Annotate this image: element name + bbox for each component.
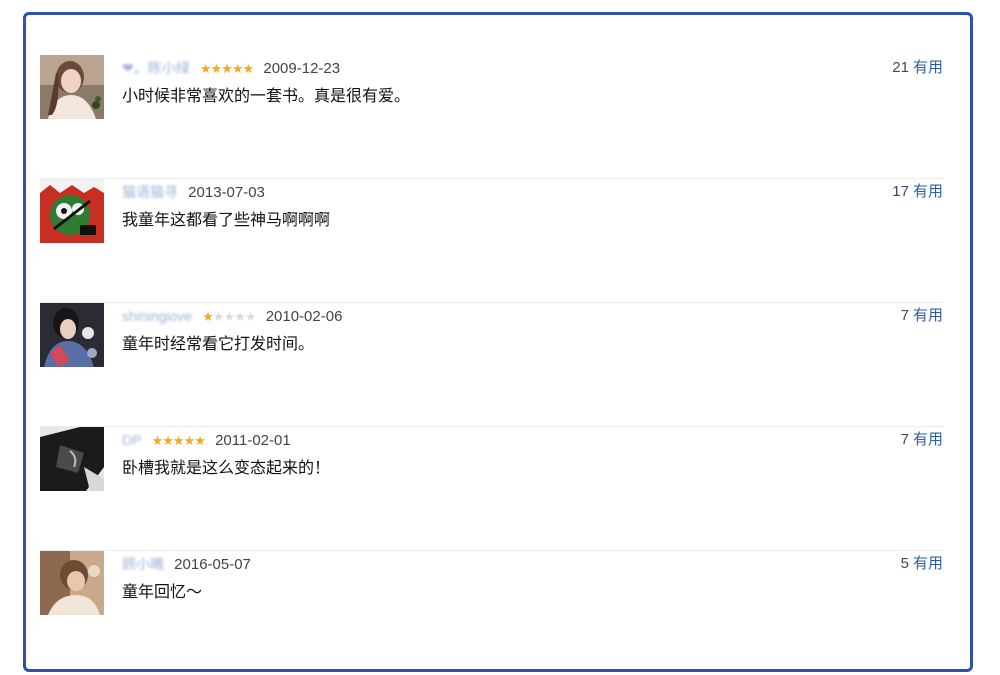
comment-text: 小时候非常喜欢的一套书。真是很有爱。 <box>122 88 411 105</box>
username-link[interactable]: DP <box>122 432 141 448</box>
comment-meta: ❤。陈小绿 ★★★★★ 2009-12-23 <box>122 58 340 79</box>
username-link[interactable]: shiningiove <box>122 308 192 324</box>
rating-stars: ★★★★★ <box>199 61 254 76</box>
useful-votes[interactable]: 7 有用 <box>901 306 943 326</box>
comment-item: 顾小曦 2016-05-07 童年回忆～ 5 有用 <box>40 551 943 675</box>
comment-item: shiningiove ★★★★★ 2010-02-06 童年时经常看它打发时间… <box>40 303 943 427</box>
useful-label[interactable]: 有用 <box>913 555 943 572</box>
comment-item: DP ★★★★★ 2011-02-01 卧槽我就是这么变态起来的！ 7 有用 <box>40 427 943 551</box>
useful-votes[interactable]: 21 有用 <box>892 58 943 78</box>
cartoon-red-avatar[interactable] <box>40 179 104 243</box>
comment-text: 卧槽我就是这么变态起来的！ <box>122 460 331 477</box>
useful-count: 21 <box>892 59 909 76</box>
dark-portrait-avatar[interactable] <box>40 303 104 367</box>
comment-date: 2010-02-06 <box>265 308 343 325</box>
useful-votes[interactable]: 17 有用 <box>892 182 943 202</box>
useful-count: 5 <box>900 555 909 572</box>
rating-stars: ★★★★★ <box>202 309 256 324</box>
comment-date: 2013-07-03 <box>188 184 265 201</box>
useful-count: 17 <box>892 183 909 200</box>
comment-date: 2009-12-23 <box>263 60 341 77</box>
comment-text: 我童年这都看了些神马啊啊啊 <box>122 212 331 229</box>
comment-meta: shiningiove ★★★★★ 2010-02-06 <box>122 306 342 327</box>
photo-portrait-avatar[interactable] <box>40 551 104 615</box>
comment-date: 2011-02-01 <box>215 432 291 449</box>
username-link[interactable]: 顾小曦 <box>122 556 164 572</box>
black-white-avatar[interactable] <box>40 427 104 491</box>
useful-label[interactable]: 有用 <box>913 431 943 448</box>
girl-portrait-avatar[interactable] <box>40 55 104 119</box>
useful-label[interactable]: 有用 <box>913 307 943 324</box>
comment-list: ❤。陈小绿 ★★★★★ 2009-12-23 小时候非常喜欢的一套书。真是很有爱… <box>40 55 943 675</box>
useful-label[interactable]: 有用 <box>913 59 943 76</box>
rating-stars: ★★★★★ <box>151 433 206 448</box>
useful-votes[interactable]: 7 有用 <box>901 430 943 450</box>
comment-meta: DP ★★★★★ 2011-02-01 <box>122 430 291 451</box>
comments-panel: ❤。陈小绿 ★★★★★ 2009-12-23 小时候非常喜欢的一套书。真是很有爱… <box>23 12 973 672</box>
comment-item: ❤。陈小绿 ★★★★★ 2009-12-23 小时候非常喜欢的一套书。真是很有爱… <box>40 55 943 179</box>
useful-count: 7 <box>900 307 909 324</box>
comment-item: 猫语猫寻 2013-07-03 我童年这都看了些神马啊啊啊 17 有用 <box>40 179 943 303</box>
comment-meta: 猫语猫寻 2013-07-03 <box>122 182 265 203</box>
comment-text: 童年回忆～ <box>122 584 203 601</box>
username-link[interactable]: ❤。陈小绿 <box>122 60 190 76</box>
useful-votes[interactable]: 5 有用 <box>901 554 943 574</box>
useful-label[interactable]: 有用 <box>913 183 943 200</box>
username-link[interactable]: 猫语猫寻 <box>122 184 178 200</box>
comment-date: 2016-05-07 <box>174 556 251 573</box>
useful-count: 7 <box>900 431 909 448</box>
comment-text: 童年时经常看它打发时间。 <box>122 336 315 353</box>
comment-meta: 顾小曦 2016-05-07 <box>122 554 251 575</box>
